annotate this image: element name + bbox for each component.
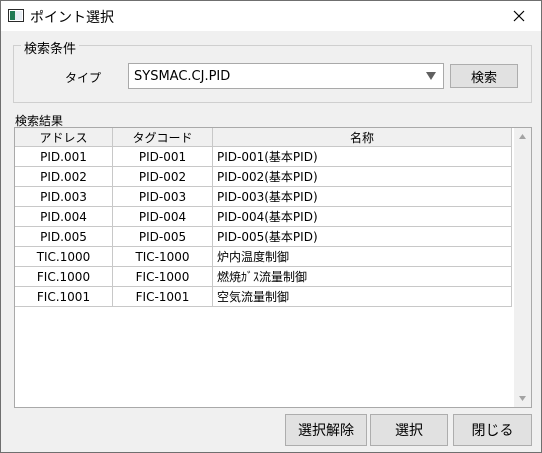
- search-button[interactable]: 検索: [450, 64, 518, 88]
- table-body: PID.001 PID-001 PID-001(基本PID) PID.002 P…: [15, 147, 512, 307]
- cell-tag-code: FIC-1001: [113, 287, 213, 307]
- table-row[interactable]: FIC.1000 FIC-1000 燃焼ｶﾞｽ流量制御: [15, 267, 512, 287]
- cell-name: PID-004(基本PID): [213, 207, 512, 227]
- cell-tag-code: PID-001: [113, 147, 213, 167]
- cell-address: PID.002: [15, 167, 113, 187]
- cell-name: 空気流量制御: [213, 287, 512, 307]
- title-bar: ポイント選択: [1, 1, 541, 31]
- column-header-tag-code[interactable]: タグコード: [113, 128, 213, 147]
- close-icon: [513, 10, 525, 22]
- table-row[interactable]: PID.005 PID-005 PID-005(基本PID): [15, 227, 512, 247]
- results-table: アドレス タグコード 名称 PID.001 PID-001 PID-001(基本…: [14, 127, 532, 408]
- window-title: ポイント選択: [30, 10, 114, 26]
- triangle-down-icon: [519, 396, 526, 401]
- type-dropdown-value: SYSMAC.CJ.PID: [134, 69, 231, 84]
- triangle-up-icon: [519, 134, 526, 139]
- search-conditions-title: 検索条件: [21, 38, 80, 57]
- cell-address: PID.005: [15, 227, 113, 247]
- type-dropdown-arrow[interactable]: [419, 64, 443, 88]
- triangle-down-icon: [426, 72, 436, 80]
- type-label: タイプ: [65, 71, 102, 85]
- cell-address: FIC.1001: [15, 287, 113, 307]
- window-icon: [8, 9, 24, 22]
- column-header-name[interactable]: 名称: [213, 128, 512, 147]
- cell-name: 炉内温度制御: [213, 247, 512, 267]
- column-header-address[interactable]: アドレス: [15, 128, 113, 147]
- table-row[interactable]: TIC.1000 TIC-1000 炉内温度制御: [15, 247, 512, 267]
- cell-name: PID-001(基本PID): [213, 147, 512, 167]
- cell-tag-code: PID-005: [113, 227, 213, 247]
- cell-name: PID-005(基本PID): [213, 227, 512, 247]
- cell-address: TIC.1000: [15, 247, 113, 267]
- cell-name: PID-002(基本PID): [213, 167, 512, 187]
- vertical-scrollbar[interactable]: [514, 128, 531, 407]
- cell-address: FIC.1000: [15, 267, 113, 287]
- cell-name: PID-003(基本PID): [213, 187, 512, 207]
- cell-tag-code: TIC-1000: [113, 247, 213, 267]
- table-row[interactable]: PID.003 PID-003 PID-003(基本PID): [15, 187, 512, 207]
- deselect-button[interactable]: 選択解除: [285, 414, 367, 446]
- cell-tag-code: PID-004: [113, 207, 213, 227]
- cell-name: 燃焼ｶﾞｽ流量制御: [213, 267, 512, 287]
- table-row[interactable]: PID.002 PID-002 PID-002(基本PID): [15, 167, 512, 187]
- point-select-dialog: ポイント選択 検索条件 タイプ SYSMAC.CJ.PID 検索 検索結果 アド…: [0, 0, 542, 453]
- scroll-down-button[interactable]: [514, 390, 531, 407]
- table-row[interactable]: FIC.1001 FIC-1001 空気流量制御: [15, 287, 512, 307]
- cell-tag-code: PID-002: [113, 167, 213, 187]
- table-row[interactable]: PID.001 PID-001 PID-001(基本PID): [15, 147, 512, 167]
- table-header: アドレス タグコード 名称: [15, 128, 512, 147]
- select-button[interactable]: 選択: [370, 414, 448, 446]
- table-row[interactable]: PID.004 PID-004 PID-004(基本PID): [15, 207, 512, 227]
- close-window-button[interactable]: [497, 1, 541, 31]
- type-dropdown[interactable]: SYSMAC.CJ.PID: [128, 63, 444, 89]
- scroll-up-button[interactable]: [514, 128, 531, 145]
- cell-address: PID.004: [15, 207, 113, 227]
- cell-tag-code: FIC-1000: [113, 267, 213, 287]
- cell-address: PID.001: [15, 147, 113, 167]
- close-button[interactable]: 閉じる: [453, 414, 532, 446]
- cell-tag-code: PID-003: [113, 187, 213, 207]
- cell-address: PID.003: [15, 187, 113, 207]
